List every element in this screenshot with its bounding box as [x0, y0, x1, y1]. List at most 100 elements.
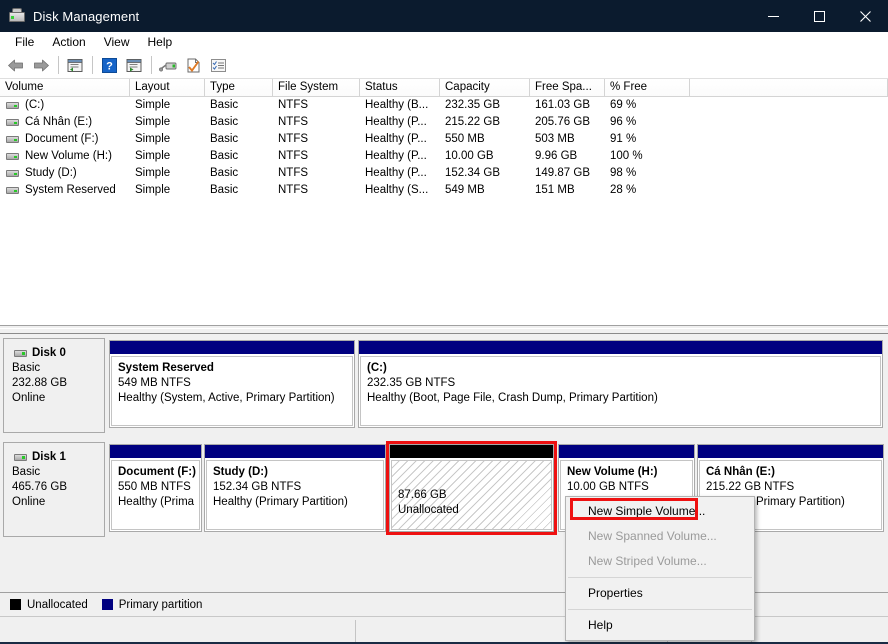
drive-icon	[6, 102, 19, 109]
maximize-button[interactable]	[796, 0, 842, 32]
cell-type: Basic	[210, 116, 239, 128]
disk-info-1[interactable]: Disk 1 Basic 465.76 GB Online	[3, 442, 105, 537]
menu-view[interactable]: View	[95, 33, 139, 51]
partition-name: (C:)	[367, 362, 387, 374]
cell-volume: System Reserved	[0, 182, 130, 199]
cell-type: Basic	[210, 133, 239, 145]
disk-icon	[14, 349, 27, 357]
disk-type-0: Basic	[12, 362, 41, 374]
cell-volume: (C:)	[0, 97, 130, 114]
menu-action[interactable]: Action	[43, 33, 94, 51]
partition-details: System Reserved 549 MB NTFS Healthy (Sys…	[111, 356, 353, 426]
rescan-disks-icon[interactable]	[156, 54, 180, 77]
partition-system-reserved[interactable]: System Reserved 549 MB NTFS Healthy (Sys…	[109, 340, 355, 428]
help-icon[interactable]: ?	[97, 54, 121, 77]
table-row[interactable]: Document (F:) Simple Basic NTFS Healthy …	[0, 131, 888, 148]
column-header-filler	[690, 79, 888, 96]
cell-layout: Simple	[135, 184, 171, 196]
partition-health: Healthy (Primary Partition)	[213, 496, 348, 508]
column-header-file-system[interactable]: File System	[273, 79, 360, 96]
properties-check-icon[interactable]	[181, 54, 205, 77]
pane-splitter[interactable]	[0, 325, 888, 334]
table-row[interactable]: Study (D:) Simple Basic NTFS Healthy (P.…	[0, 165, 888, 182]
disk-title-0: Disk 0	[12, 347, 104, 359]
column-header-layout[interactable]: Layout	[130, 79, 205, 96]
partition-color-bar	[698, 445, 883, 458]
column-header-percent-free[interactable]: % Free	[605, 79, 690, 96]
column-header-capacity[interactable]: Capacity	[440, 79, 530, 96]
cell-type: Basic	[210, 99, 239, 111]
menu-bar: File Action View Help	[0, 32, 888, 52]
disk-row-0: Disk 0 Basic 232.88 GB Online System Res…	[3, 338, 883, 433]
cell-free-space: 205.76 GB	[535, 116, 590, 128]
partition-study-d[interactable]: Study (D:) 152.34 GB NTFS Healthy (Prima…	[204, 444, 386, 532]
cell-percent-free: 98 %	[610, 167, 637, 179]
column-header-type[interactable]: Type	[205, 79, 273, 96]
drive-icon	[6, 136, 19, 143]
context-menu-separator	[568, 609, 752, 610]
disk-icon	[14, 453, 27, 461]
cell-volume: Study (D:)	[0, 165, 130, 182]
column-header-status[interactable]: Status	[360, 79, 440, 96]
column-header-volume[interactable]: Volume	[0, 79, 130, 96]
table-row[interactable]: (C:) Simple Basic NTFS Healthy (B... 232…	[0, 97, 888, 114]
legend-label-unallocated: Unallocated	[27, 598, 88, 611]
drive-icon	[6, 153, 19, 160]
partition-document-f[interactable]: Document (F:) 550 MB NTFS Healthy (Prima	[109, 444, 202, 532]
show-console-tree-icon[interactable]	[122, 54, 146, 77]
menu-file[interactable]: File	[6, 33, 43, 51]
up-one-level-icon[interactable]	[63, 54, 87, 77]
cell-percent-free: 91 %	[610, 133, 637, 145]
partition-size-fs: 550 MB NTFS	[118, 481, 191, 493]
window-controls	[750, 0, 888, 32]
table-row[interactable]: New Volume (H:) Simple Basic NTFS Health…	[0, 148, 888, 165]
minimize-button[interactable]	[750, 0, 796, 32]
partition-size-fs: 215.22 GB NTFS	[706, 481, 795, 493]
back-arrow-icon[interactable]	[4, 54, 28, 77]
volume-list-pane: Volume Layout Type File System Status Ca…	[0, 79, 888, 325]
window-title: Disk Management	[33, 8, 140, 24]
drive-icon	[6, 170, 19, 177]
partition-c-drive[interactable]: (C:) 232.35 GB NTFS Healthy (Boot, Page …	[358, 340, 883, 428]
disk-info-0[interactable]: Disk 0 Basic 232.88 GB Online	[3, 338, 105, 433]
forward-arrow-icon[interactable]	[29, 54, 53, 77]
table-row[interactable]: System Reserved Simple Basic NTFS Health…	[0, 182, 888, 199]
cell-free-space: 503 MB	[535, 133, 575, 145]
partition-name: Document (F:)	[118, 466, 196, 478]
cell-file-system: NTFS	[278, 116, 309, 128]
context-menu-item-new-simple-volume[interactable]: New Simple Volume...	[566, 499, 754, 524]
volume-list-rows: (C:) Simple Basic NTFS Healthy (B... 232…	[0, 97, 888, 199]
cell-volume: Document (F:)	[0, 131, 130, 148]
table-row[interactable]: Cá Nhân (E:) Simple Basic NTFS Healthy (…	[0, 114, 888, 131]
partition-health: Healthy (Prima	[118, 496, 195, 508]
partition-name: New Volume (H:)	[567, 466, 658, 478]
partition-size-fs: 549 MB NTFS	[118, 377, 191, 389]
toolbar-separator	[58, 56, 59, 74]
cell-capacity: 549 MB	[445, 184, 485, 196]
cell-type: Basic	[210, 184, 239, 196]
legend-item-primary-partition: Primary partition	[101, 599, 202, 611]
cell-status: Healthy (S...	[365, 184, 429, 196]
partition-unallocated[interactable]: 87.66 GB Unallocated	[389, 444, 554, 532]
drive-icon	[6, 119, 19, 126]
partition-details: Document (F:) 550 MB NTFS Healthy (Prima	[111, 460, 200, 530]
detail-list-icon[interactable]	[206, 54, 230, 77]
partition-name: Cá Nhân (E:)	[706, 466, 775, 478]
context-menu-item-new-striped-volume: New Striped Volume...	[588, 554, 707, 568]
drive-icon	[6, 187, 19, 194]
disk-management-window: Disk Management File Action View Help ? …	[0, 0, 888, 644]
context-menu-separator	[568, 577, 752, 578]
cell-capacity: 232.35 GB	[445, 99, 500, 111]
menu-help[interactable]: Help	[139, 33, 182, 51]
cell-layout: Simple	[135, 133, 171, 145]
cell-status: Healthy (B...	[365, 99, 429, 111]
close-button[interactable]	[842, 0, 888, 32]
toolbar: ?	[0, 52, 888, 79]
cell-status: Healthy (P...	[365, 167, 427, 179]
toolbar-separator	[151, 56, 152, 74]
column-header-free-space[interactable]: Free Spa...	[530, 79, 605, 96]
cell-file-system: NTFS	[278, 99, 309, 111]
cell-status: Healthy (P...	[365, 133, 427, 145]
context-menu-item-help[interactable]: Help	[566, 613, 754, 638]
context-menu-item-properties[interactable]: Properties	[566, 581, 754, 606]
